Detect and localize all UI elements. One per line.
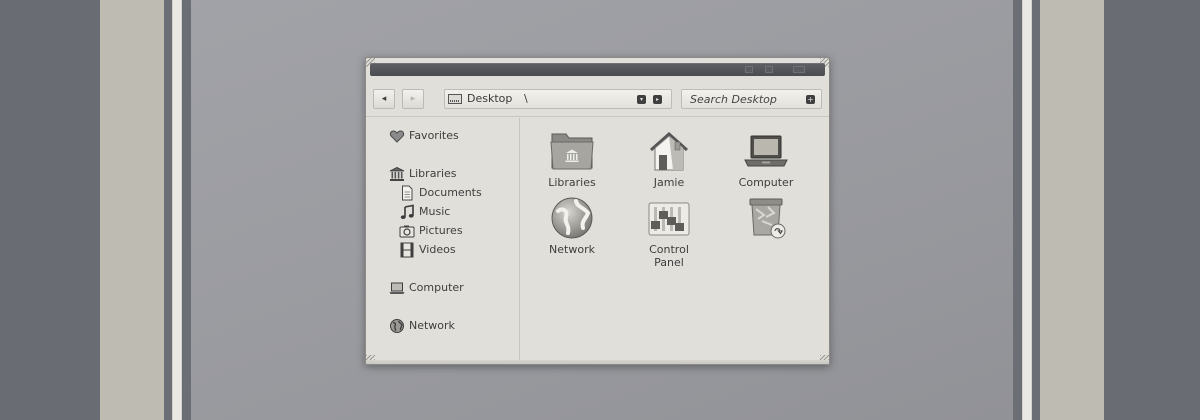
sidebar-item-label: Music xyxy=(419,205,451,218)
file-item-libraries[interactable]: Libraries xyxy=(526,128,618,189)
laptop-icon xyxy=(744,135,788,167)
wallpaper-stripe xyxy=(100,0,164,420)
minimize-button[interactable] xyxy=(745,66,753,73)
address-separator: \ xyxy=(524,92,528,105)
address-bar[interactable]: Desktop \ ▾ ▸ xyxy=(444,89,672,109)
wallpaper-stripe xyxy=(1104,0,1200,420)
file-item-label: Control Panel xyxy=(623,243,715,269)
file-item-label: Jamie xyxy=(653,176,685,189)
sidebar-item-label: Pictures xyxy=(419,224,463,237)
library-icon xyxy=(389,167,405,181)
forward-button[interactable]: ▸ xyxy=(402,89,424,109)
file-item-computer[interactable]: Computer xyxy=(720,128,812,189)
search-button[interactable]: + xyxy=(806,95,815,104)
sidebar-item-label: Documents xyxy=(419,186,482,199)
file-item-label-line: Panel xyxy=(654,256,684,269)
file-item-label-line: Control xyxy=(649,243,689,256)
desktop-icon xyxy=(448,94,462,104)
address-dropdown-button[interactable]: ▾ xyxy=(637,95,646,104)
toolbar-divider xyxy=(366,116,829,117)
wallpaper-stripe xyxy=(0,0,100,420)
address-text: Desktop xyxy=(467,92,513,105)
wallpaper-stripe xyxy=(182,0,191,420)
sidebar-item-label: Network xyxy=(409,319,455,332)
forward-arrow-icon: ▸ xyxy=(410,94,416,104)
wallpaper-stripe xyxy=(1022,0,1032,420)
file-item-label: Libraries xyxy=(548,176,596,189)
film-icon xyxy=(400,242,414,258)
sidebar-item-label: Videos xyxy=(419,243,456,256)
file-item-network[interactable]: Network xyxy=(526,195,618,256)
sidebar-item-label: Favorites xyxy=(409,129,459,142)
globe-icon xyxy=(551,197,593,239)
document-icon xyxy=(402,185,413,201)
sidebar-item-label: Computer xyxy=(409,281,464,294)
status-bar xyxy=(366,360,829,364)
back-button[interactable]: ◂ xyxy=(373,89,395,109)
wallpaper-stripe xyxy=(164,0,172,420)
file-item-recycle-bin[interactable] xyxy=(720,195,812,243)
music-note-icon xyxy=(400,204,414,219)
control-panel-icon xyxy=(648,202,690,236)
sidebar-item-label: Libraries xyxy=(409,167,457,180)
library-folder-icon xyxy=(550,133,594,170)
file-item-control-panel[interactable]: Control Panel xyxy=(623,195,715,269)
laptop-icon xyxy=(389,282,405,294)
wallpaper-stripe xyxy=(1032,0,1040,420)
heart-icon xyxy=(389,130,405,143)
desktop: ◂ ▸ Desktop \ ▾ ▸ + Favor xyxy=(0,0,1200,420)
recycle-bin-icon xyxy=(749,198,786,239)
camera-icon xyxy=(399,225,415,238)
wallpaper-stripe xyxy=(1013,0,1022,420)
globe-icon xyxy=(390,319,404,333)
maximize-button[interactable] xyxy=(765,66,773,73)
file-item-label: Computer xyxy=(738,176,794,189)
search-input[interactable] xyxy=(690,91,800,107)
address-go-button[interactable]: ▸ xyxy=(653,95,662,104)
explorer-window: ◂ ▸ Desktop \ ▾ ▸ + Favor xyxy=(365,57,830,365)
title-bar[interactable] xyxy=(370,63,825,76)
close-button[interactable] xyxy=(793,66,805,73)
wallpaper-stripe xyxy=(1040,0,1104,420)
home-icon xyxy=(650,131,688,171)
file-item-label: Network xyxy=(549,243,595,256)
wallpaper-stripe xyxy=(172,0,182,420)
file-view: Libraries Jamie Computer Network Control… xyxy=(520,118,829,364)
search-box[interactable]: + xyxy=(681,89,822,109)
toolbar: ◂ ▸ Desktop \ ▾ ▸ + xyxy=(366,80,829,116)
file-item-jamie[interactable]: Jamie xyxy=(623,128,715,189)
back-arrow-icon: ◂ xyxy=(381,94,387,104)
navigation-pane: Favorites Libraries Documents Music Pict… xyxy=(366,118,520,364)
